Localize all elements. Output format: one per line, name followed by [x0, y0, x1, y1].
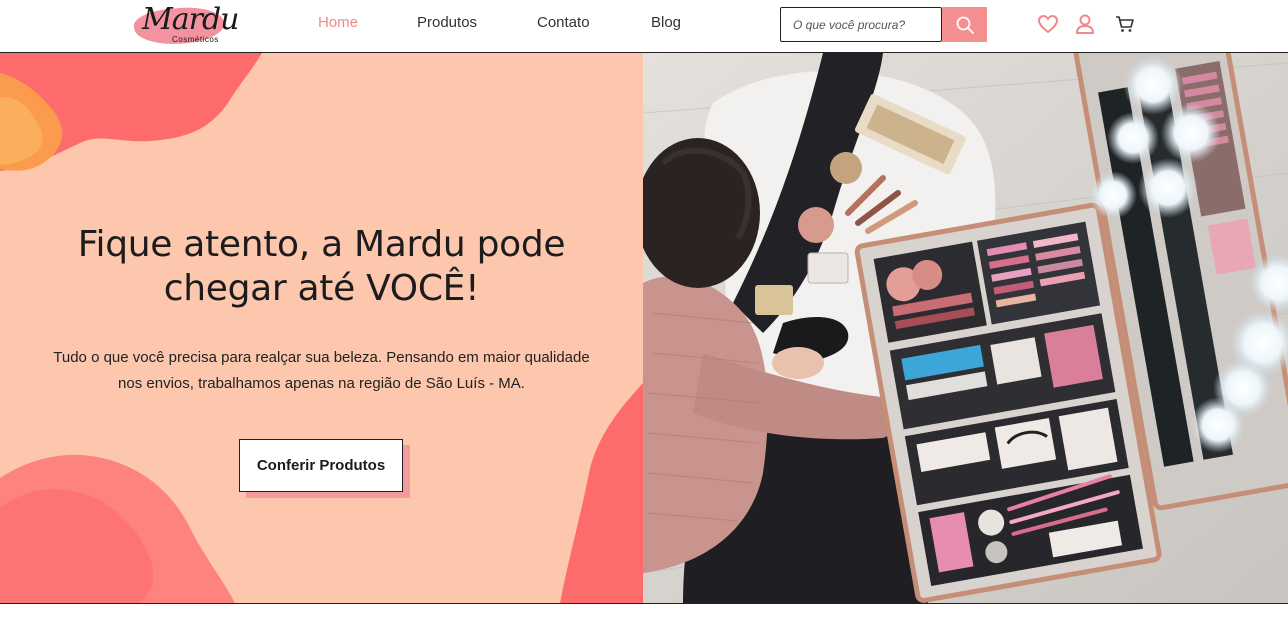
hero-desc-line2: nos envios, trabalhamos apenas na região…: [118, 375, 525, 392]
brush-stroke-top: [0, 53, 262, 171]
nav-home[interactable]: Home: [318, 14, 358, 31]
search-icon: [956, 16, 974, 34]
nav-produtos[interactable]: Produtos: [417, 14, 477, 31]
hero-description: Tudo o que você precisa para realçar sua…: [0, 345, 643, 397]
hero-title-line2: chegar até VOCÊ!: [163, 268, 480, 309]
search-input[interactable]: [780, 7, 942, 42]
section-divider: [0, 603, 1288, 604]
hero-photo: [643, 53, 1288, 603]
hero-title-line1: Fique atento, a Mardu pode: [77, 224, 566, 265]
brush-stroke-bottom-left: [0, 454, 235, 603]
brush-stroke-right: [560, 383, 643, 603]
cta-conferir-produtos-button[interactable]: Conferir Produtos: [239, 439, 403, 492]
logo-name: Mardu: [142, 2, 239, 37]
nav-contato[interactable]: Contato: [537, 14, 590, 31]
hero-title: Fique atento, a Mardu pode chegar até VO…: [0, 223, 643, 311]
site-header: Mardu Cosméticos Home Produtos Contato B…: [0, 0, 1288, 53]
hero-section: Fique atento, a Mardu pode chegar até VO…: [0, 53, 643, 603]
nav-blog[interactable]: Blog: [651, 14, 681, 31]
search-bar: [780, 7, 987, 42]
cart-icon[interactable]: [1114, 13, 1136, 35]
logo-tagline: Cosméticos: [172, 35, 219, 44]
brand-logo[interactable]: Mardu Cosméticos: [132, 2, 239, 50]
heart-icon[interactable]: [1037, 13, 1059, 35]
user-icon[interactable]: [1074, 13, 1096, 35]
makeup-case-photo: [643, 53, 1288, 603]
hero-desc-line1: Tudo o que você precisa para realçar sua…: [53, 349, 590, 366]
search-button[interactable]: [942, 7, 987, 42]
